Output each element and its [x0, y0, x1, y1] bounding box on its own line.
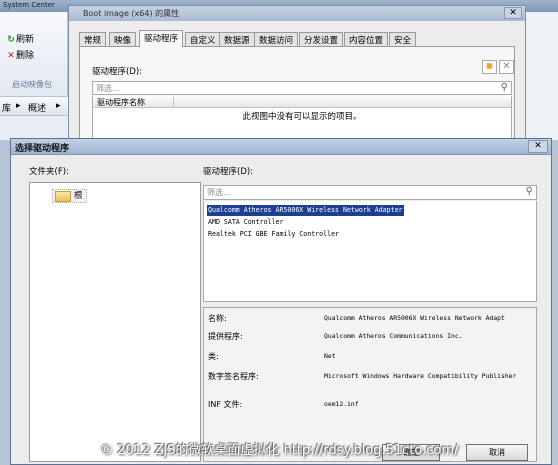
select-driver-close-button[interactable]: ✕ [528, 140, 548, 153]
breadcrumb-library[interactable]: 库 [2, 101, 11, 114]
filter-placeholder: 筛选... [96, 84, 120, 93]
folder-icon [55, 191, 71, 202]
refresh-icon: ↻ [7, 35, 15, 45]
boot-image-properties-dialog: Boot image (x64) 的属性 ✕ 常规 映像 驱动程序 自定义 数据… [68, 5, 526, 145]
delete-button[interactable]: ✕删除 [6, 48, 34, 61]
list-item-driver[interactable]: Realtek PCI GBE Family Controller [207, 229, 340, 240]
refresh-label: 刷新 [16, 35, 35, 45]
detail-name-value: Qualcomm Atheros AR5006X Wireless Networ… [324, 314, 505, 322]
remove-driver-button[interactable]: ✕ [499, 60, 514, 74]
console-title: System Center [3, 1, 55, 9]
drivers-label: 驱动程序(D): [92, 67, 143, 77]
properties-tabs: 常规 映像 驱动程序 自定义 数据源 数据访问 分发设置 内容位置 安全 [79, 30, 519, 47]
properties-title: Boot image (x64) 的属性 [83, 9, 180, 18]
properties-close-button[interactable]: ✕ [504, 7, 522, 19]
tab-security[interactable]: 安全 [389, 32, 417, 46]
detail-class-value: Net [324, 352, 336, 360]
tab-customize[interactable]: 自定义 [185, 32, 221, 46]
ribbon-group-label: 启动映像包 [12, 80, 52, 89]
breadcrumb-separator-icon: ▸ [56, 101, 61, 111]
search-icon: ⚲ [525, 186, 533, 197]
breadcrumb-separator-icon: ▸ [16, 101, 21, 111]
driver-list: Qualcomm Atheros AR5006X Wireless Networ… [203, 201, 537, 302]
breadcrumb-overview[interactable]: 概述 [28, 101, 46, 114]
tab-data-access[interactable]: 数据访问 [254, 32, 299, 46]
search-icon: ⚲ [500, 82, 508, 93]
watermark: © 2012 ZJS的微软桌面虚拟化 http://rdsy.blog.51ct… [100, 443, 459, 458]
tree-item-root[interactable]: 根 [52, 189, 87, 203]
root-folder-label: 根 [74, 191, 83, 201]
select-driver-titlebar: 选择驱动程序 ✕ [11, 139, 551, 155]
properties-titlebar: Boot image (x64) 的属性 ✕ [69, 6, 525, 21]
folder-tree: 根 [29, 182, 201, 462]
cancel-button[interactable]: 取消 [466, 444, 528, 461]
refresh-button[interactable]: ↻刷新 [6, 32, 34, 45]
delete-label: 删除 [16, 51, 35, 61]
drivers-filter-input[interactable]: 筛选... ⚲ [92, 81, 512, 95]
delete-icon: ✕ [7, 51, 15, 61]
column-separator [173, 97, 174, 107]
tab-drivers[interactable]: 驱动程序 [139, 30, 184, 47]
tab-distribution-settings[interactable]: 分发设置 [299, 32, 344, 46]
tab-image[interactable]: 映像 [109, 32, 137, 46]
select-driver-dialog: 选择驱动程序 ✕ 文件夹(F): 根 驱动程序(D): 筛选... ⚲ Qual… [10, 138, 552, 465]
list-item-driver[interactable]: Qualcomm Atheros AR5006X Wireless Networ… [207, 205, 404, 216]
detail-provider-label: 提供程序: [208, 332, 243, 341]
add-driver-button[interactable]: ✸ [482, 60, 497, 74]
tab-data-source[interactable]: 数据源 [219, 32, 255, 46]
tab-content-locations[interactable]: 内容位置 [344, 32, 389, 46]
ribbon: ↻刷新 ✕删除 启动映像包 [0, 12, 68, 96]
drivers-list-label: 驱动程序(D): [203, 167, 254, 177]
filter-placeholder: 筛选... [207, 188, 231, 197]
detail-name-label: 名称: [208, 314, 227, 323]
drivers-tab-panel: 驱动程序(D): ✸ ✕ 筛选... ⚲ 驱动程序名称 此视图中没有可以显示的项… [79, 46, 515, 145]
empty-message: 此视图中没有可以显示的项目。 [242, 112, 362, 122]
detail-class-label: 类: [208, 352, 219, 361]
folders-label: 文件夹(F): [29, 167, 69, 177]
tab-general[interactable]: 常规 [79, 32, 107, 46]
column-driver-name[interactable]: 驱动程序名称 [97, 97, 145, 108]
select-driver-title: 选择驱动程序 [15, 144, 70, 154]
grid-header: 驱动程序名称 [93, 96, 511, 108]
detail-provider-value: Qualcomm Atheros Communications Inc. [324, 332, 463, 340]
detail-inf-value: oem12.inf [324, 400, 359, 408]
breadcrumb: 库 ▸ 概述 ▸ [0, 96, 68, 116]
detail-signer-label: 数字签名程序: [208, 372, 259, 381]
driver-filter-input[interactable]: 筛选... ⚲ [203, 185, 537, 200]
detail-inf-label: INF 文件: [208, 400, 243, 409]
detail-signer-value: Microsoft Windows Hardware Compatibility… [324, 372, 517, 380]
list-item-driver[interactable]: AMD SATA Controller [207, 217, 284, 228]
console-panel [0, 116, 68, 140]
